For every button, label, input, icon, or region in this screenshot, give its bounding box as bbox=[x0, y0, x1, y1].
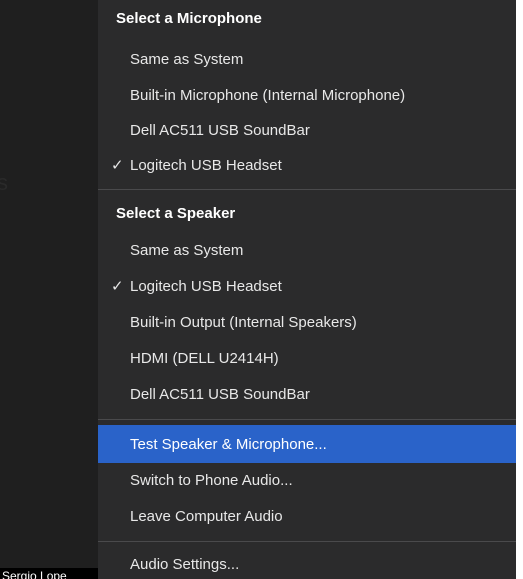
leave-computer-audio-item[interactable]: Leave Computer Audio bbox=[98, 498, 516, 534]
menu-separator bbox=[98, 541, 516, 542]
speaker-option-dell-soundbar[interactable]: Dell AC511 USB SoundBar bbox=[98, 376, 516, 412]
speaker-option-logitech-headset[interactable]: ✓ Logitech USB Headset bbox=[98, 268, 516, 304]
background-partial-text: s bbox=[0, 170, 8, 195]
participant-name-tag: Sergio Lope bbox=[0, 568, 98, 579]
menu-item-label: Same as System bbox=[130, 241, 244, 259]
menu-item-label: Dell AC511 USB SoundBar bbox=[130, 385, 310, 403]
microphone-option-dell-soundbar[interactable]: Dell AC511 USB SoundBar bbox=[98, 112, 516, 148]
menu-separator bbox=[98, 189, 516, 190]
microphone-option-built-in[interactable]: Built-in Microphone (Internal Microphone… bbox=[98, 77, 516, 113]
speaker-section-title: Select a Speaker bbox=[116, 205, 236, 222]
menu-item-label: Logitech USB Headset bbox=[130, 156, 282, 174]
checkmark-icon: ✓ bbox=[111, 157, 124, 174]
menu-item-label: Built-in Microphone (Internal Microphone… bbox=[130, 86, 406, 104]
microphone-option-same-as-system[interactable]: Same as System bbox=[98, 41, 516, 77]
menu-item-label: Audio Settings... bbox=[130, 555, 240, 573]
menu-item-label: Test Speaker & Microphone... bbox=[130, 435, 327, 453]
audio-settings-item[interactable]: Audio Settings... bbox=[98, 546, 516, 579]
speaker-option-hdmi[interactable]: HDMI (DELL U2414H) bbox=[98, 340, 516, 376]
menu-item-label: Dell AC511 USB SoundBar bbox=[130, 121, 310, 139]
test-speaker-microphone-item[interactable]: Test Speaker & Microphone... bbox=[98, 425, 516, 463]
menu-item-label: Switch to Phone Audio... bbox=[130, 471, 293, 489]
checkmark-icon: ✓ bbox=[111, 278, 124, 295]
menu-item-label: Built-in Output (Internal Speakers) bbox=[130, 313, 357, 331]
menu-item-label: Same as System bbox=[130, 50, 244, 68]
microphone-section-title: Select a Microphone bbox=[116, 10, 262, 27]
menu-item-label: HDMI (DELL U2414H) bbox=[130, 349, 279, 367]
meeting-video-area bbox=[0, 0, 98, 579]
speaker-option-built-in-output[interactable]: Built-in Output (Internal Speakers) bbox=[98, 304, 516, 340]
menu-item-label: Logitech USB Headset bbox=[130, 277, 282, 295]
speaker-option-same-as-system[interactable]: Same as System bbox=[98, 232, 516, 268]
menu-item-label: Leave Computer Audio bbox=[130, 507, 283, 525]
switch-to-phone-audio-item[interactable]: Switch to Phone Audio... bbox=[98, 462, 516, 498]
microphone-option-logitech-headset[interactable]: ✓ Logitech USB Headset bbox=[98, 147, 516, 183]
audio-options-menu: Select a Microphone Same as System Built… bbox=[98, 0, 516, 579]
menu-separator bbox=[98, 419, 516, 420]
